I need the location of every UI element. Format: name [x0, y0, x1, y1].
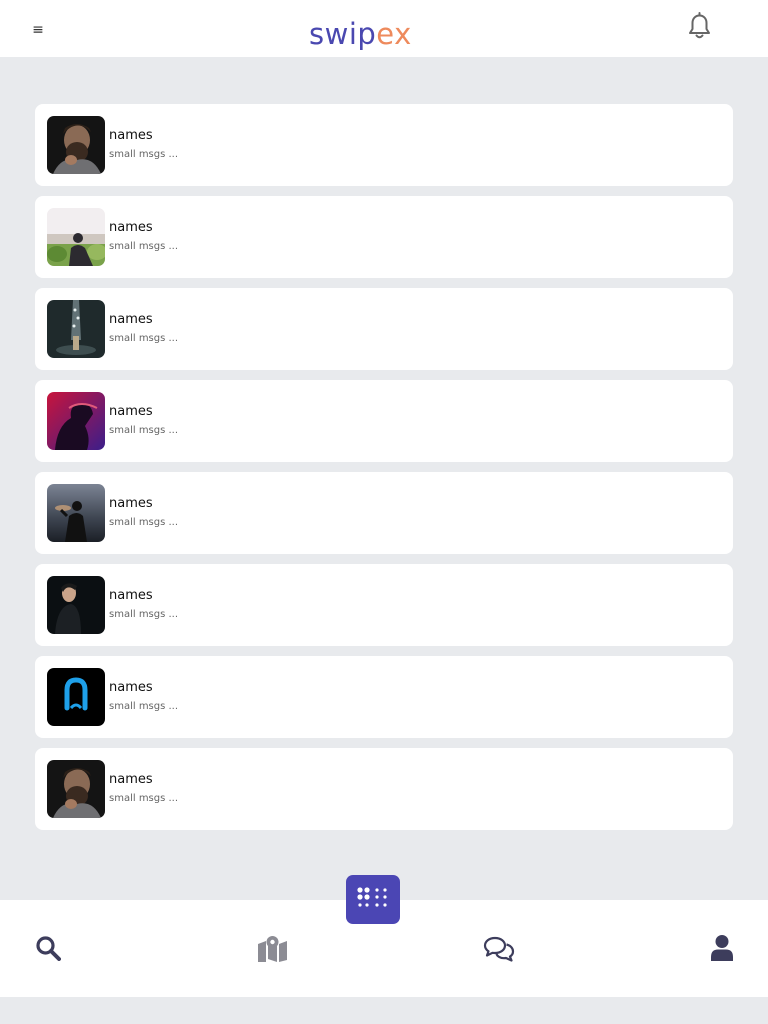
- user-icon[interactable]: [710, 934, 734, 962]
- conversation-preview: small msgs ...: [109, 149, 179, 160]
- conversation-name: names: [109, 772, 153, 787]
- conversation-name: names: [109, 588, 153, 603]
- avatar: [47, 116, 105, 174]
- conversation-name: names: [109, 496, 153, 511]
- conversation-preview: small msgs ...: [109, 425, 179, 436]
- logo-text-swip: swip: [309, 17, 377, 51]
- apps-grid-icon: [357, 887, 387, 907]
- avatar: [47, 484, 105, 542]
- conversation-item[interactable]: names small msgs ...: [35, 288, 733, 370]
- conversation-item[interactable]: names small msgs ...: [35, 564, 733, 646]
- conversation-name: names: [109, 312, 153, 327]
- search-icon[interactable]: [35, 935, 61, 961]
- bell-icon[interactable]: [687, 12, 712, 40]
- conversation-item[interactable]: names small msgs ...: [35, 104, 733, 186]
- conversation-preview: small msgs ...: [109, 701, 179, 712]
- conversation-item[interactable]: names small msgs ...: [35, 748, 733, 830]
- map-icon[interactable]: [257, 935, 288, 963]
- menu-icon[interactable]: ≡: [30, 20, 46, 40]
- avatar: [47, 300, 105, 358]
- conversation-item[interactable]: names small msgs ...: [35, 380, 733, 462]
- conversation-name: names: [109, 404, 153, 419]
- conversation-preview: small msgs ...: [109, 333, 179, 344]
- conversation-preview: small msgs ...: [109, 793, 179, 804]
- avatar: [47, 760, 105, 818]
- app-logo: swipex: [309, 14, 412, 54]
- top-app-bar: ≡ swipex: [0, 0, 768, 57]
- conversation-list: names small msgs ... names small msgs ..…: [35, 104, 733, 840]
- conversation-preview: small msgs ...: [109, 241, 179, 252]
- avatar: [47, 208, 105, 266]
- conversation-preview: small msgs ...: [109, 609, 179, 620]
- conversation-name: names: [109, 680, 153, 695]
- chat-icon[interactable]: [483, 936, 515, 962]
- conversation-item[interactable]: names small msgs ...: [35, 472, 733, 554]
- conversation-name: names: [109, 128, 153, 143]
- conversation-name: names: [109, 220, 153, 235]
- apps-grid-button[interactable]: [346, 875, 400, 924]
- conversation-preview: small msgs ...: [109, 517, 179, 528]
- avatar: [47, 668, 105, 726]
- conversation-item[interactable]: names small msgs ...: [35, 196, 733, 278]
- logo-text-ex: ex: [376, 17, 412, 51]
- avatar: [47, 392, 105, 450]
- conversation-item[interactable]: names small msgs ...: [35, 656, 733, 738]
- avatar: [47, 576, 105, 634]
